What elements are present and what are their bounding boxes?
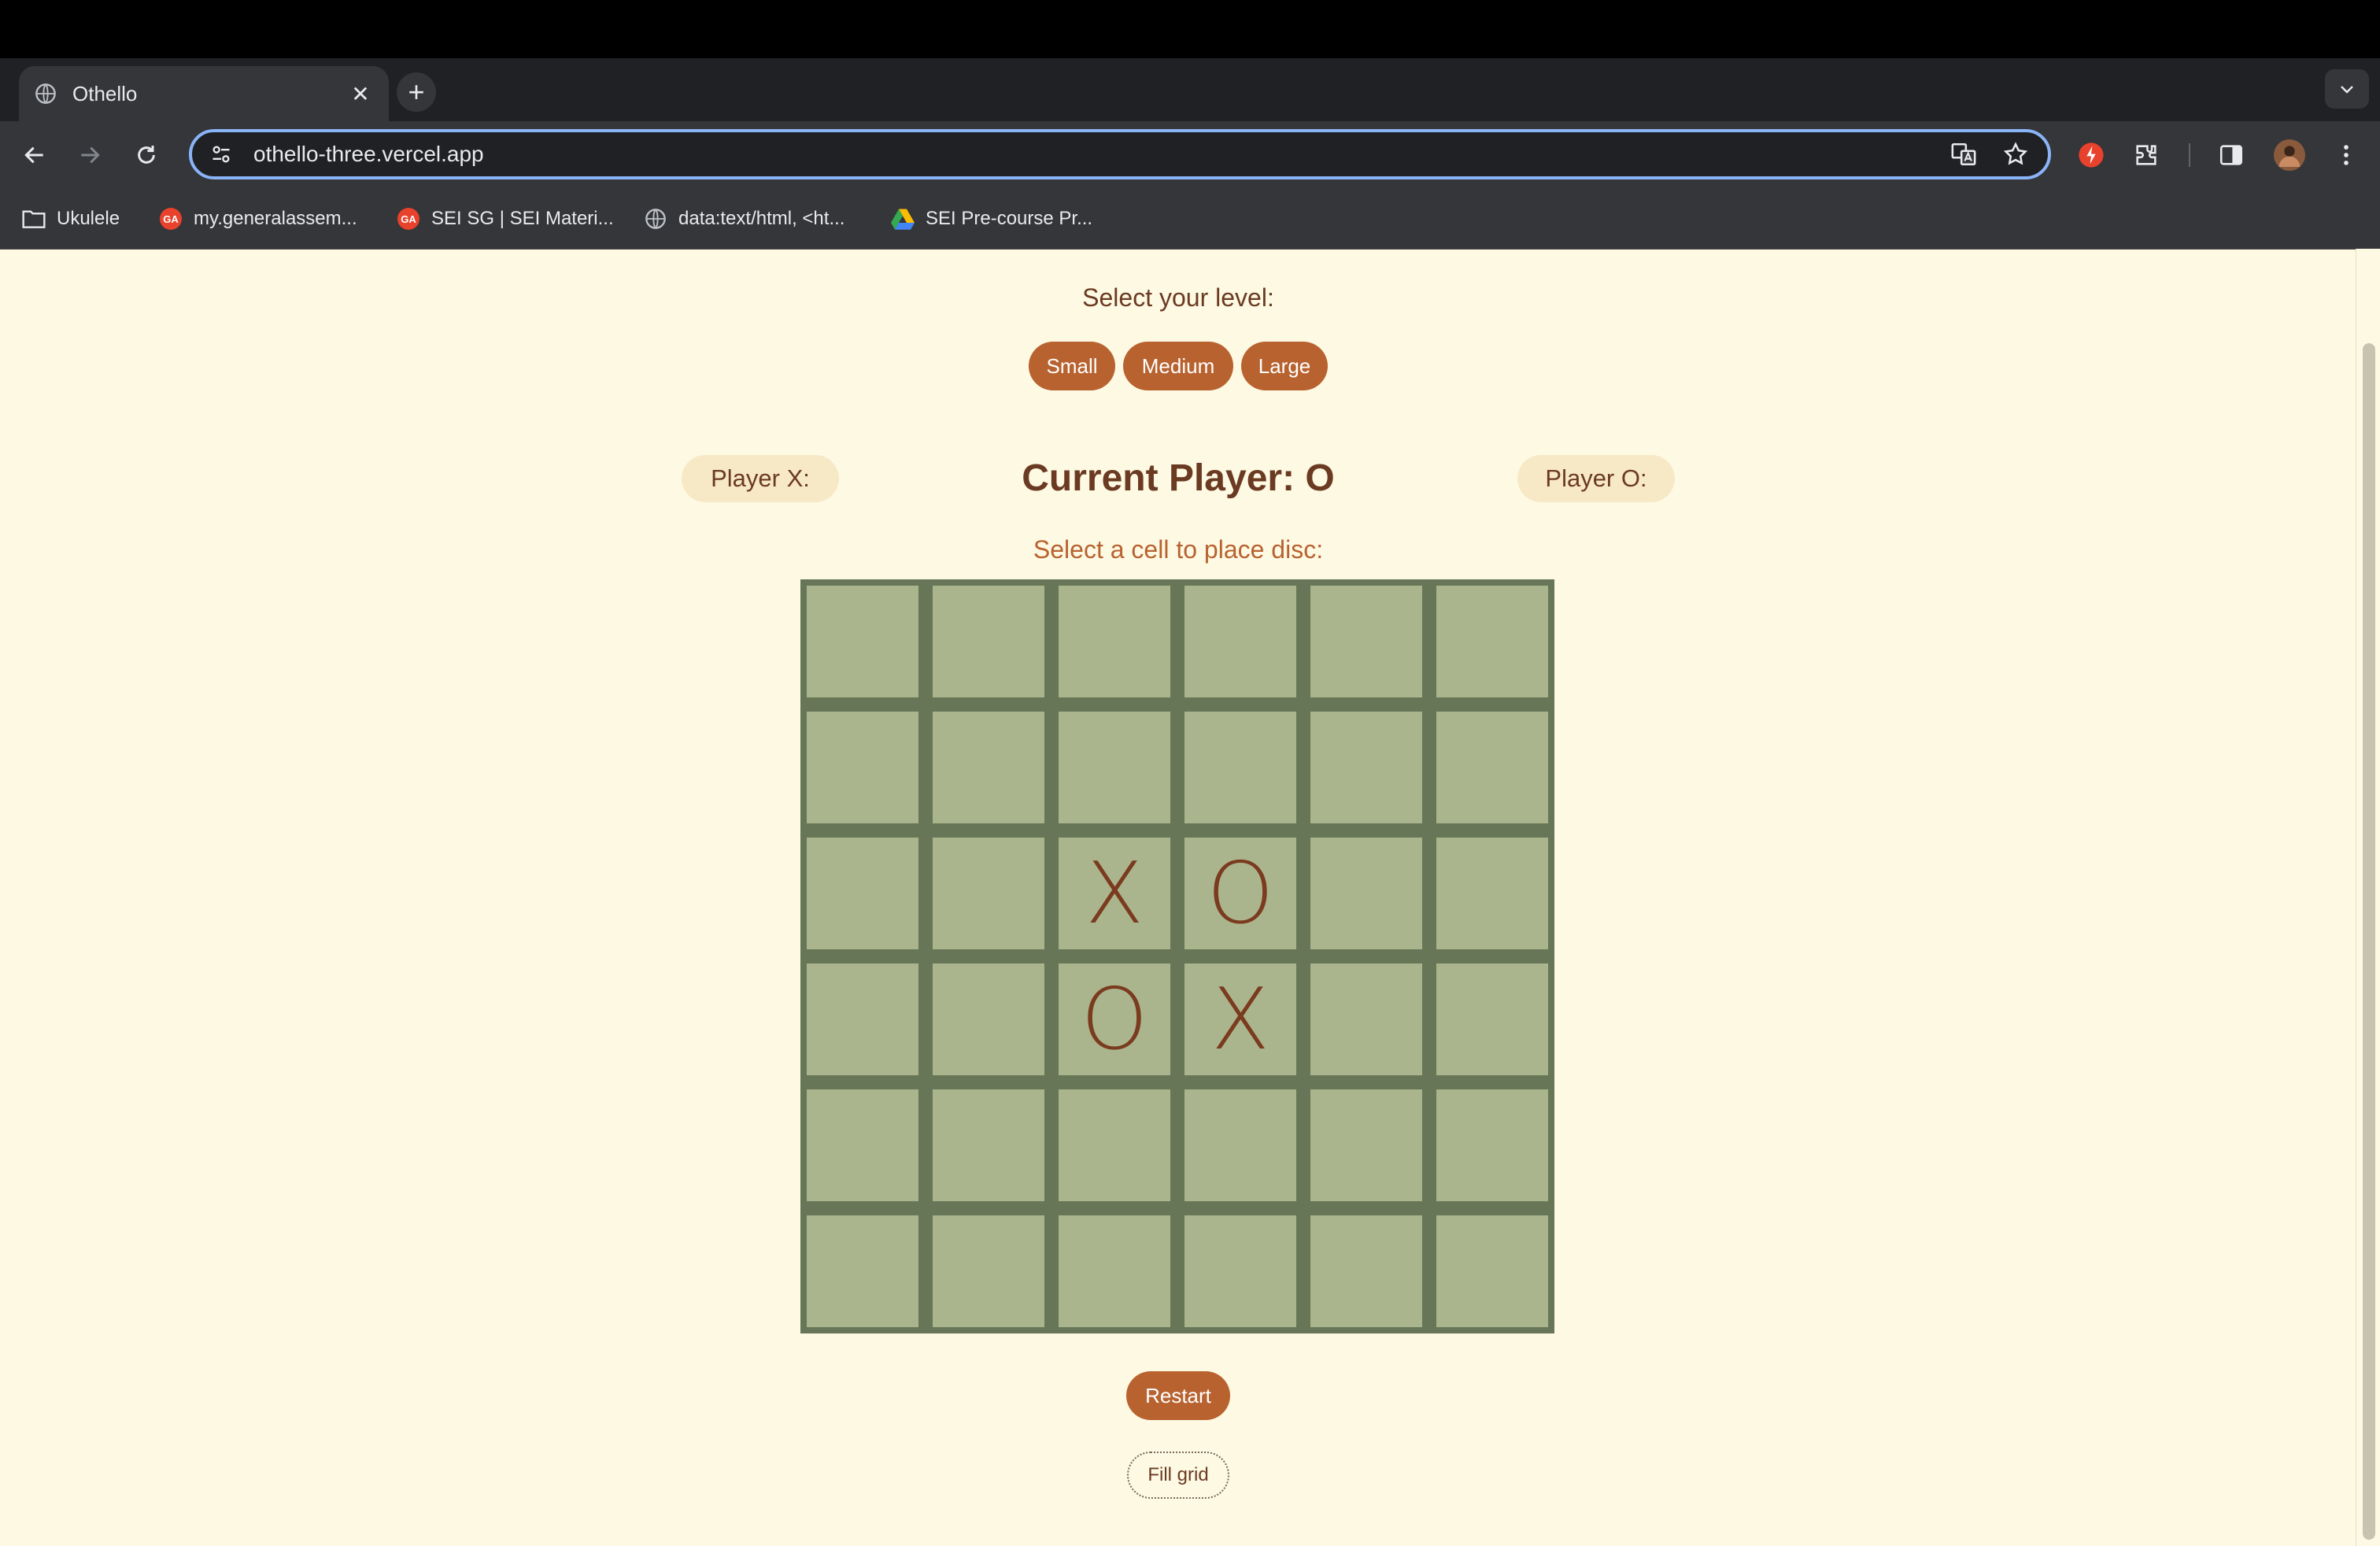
- board-cell[interactable]: [1059, 1215, 1170, 1327]
- current-player: Current Player: O: [1022, 457, 1335, 499]
- select-cell-message: Select a cell to place disc:: [1033, 535, 1324, 564]
- board-cell[interactable]: [807, 586, 918, 697]
- board-cell[interactable]: X: [1184, 963, 1296, 1075]
- board-cell[interactable]: [807, 1089, 918, 1201]
- extensions-puzzle-icon[interactable]: [2125, 134, 2168, 176]
- tab-othello[interactable]: Othello ✕: [19, 66, 389, 121]
- translate-icon[interactable]: [1944, 135, 1983, 174]
- fill-grid-button[interactable]: Fill grid: [1127, 1452, 1229, 1499]
- globe-icon: [642, 205, 669, 232]
- ga-icon: GA: [395, 205, 422, 232]
- bookmark-data-html[interactable]: data:text/html, <ht...: [642, 203, 844, 235]
- bookmark-label: data:text/html, <ht...: [678, 208, 845, 229]
- board-cell[interactable]: [1310, 963, 1422, 1075]
- board-cell[interactable]: [933, 838, 1044, 949]
- address-bar[interactable]: othello-three.vercel.app: [189, 129, 2051, 179]
- board-cell[interactable]: [1184, 1215, 1296, 1327]
- bookmark-label: SEI Pre-course Pr...: [926, 208, 1093, 229]
- bookmark-label: SEI SG | SEI Materi...: [431, 208, 614, 229]
- board-cell[interactable]: [1436, 1089, 1548, 1201]
- bookmark-sei-precourse[interactable]: SEI Pre-course Pr...: [889, 203, 1092, 235]
- back-arrow-icon[interactable]: [11, 131, 58, 179]
- player-o-score: Player O:: [1517, 455, 1675, 502]
- google-drive-icon: [889, 205, 916, 232]
- new-tab-button[interactable]: +: [397, 72, 436, 112]
- page-content: Select your level: Small Medium Large Pl…: [0, 249, 2356, 1546]
- folder-icon: [20, 205, 47, 232]
- board-cell[interactable]: [933, 1089, 1044, 1201]
- board-cell[interactable]: [1436, 838, 1548, 949]
- scrollbar-thumb[interactable]: [2363, 343, 2375, 1540]
- globe-icon: [33, 81, 58, 106]
- url-text[interactable]: othello-three.vercel.app: [253, 142, 1944, 167]
- board-cell[interactable]: [1059, 586, 1170, 697]
- board-cell[interactable]: [1059, 1089, 1170, 1201]
- bookmark-star-icon[interactable]: [1996, 135, 2035, 174]
- game-board: XOOX: [800, 579, 1554, 1333]
- board-cell[interactable]: [1310, 712, 1422, 823]
- board-cell[interactable]: [1436, 712, 1548, 823]
- bookmark-ukulele[interactable]: Ukulele: [20, 203, 120, 235]
- board-cell[interactable]: [933, 586, 1044, 697]
- board-cell[interactable]: [807, 712, 918, 823]
- bookmarks-bar: Ukulele GA my.generalassem... GA SEI SG …: [0, 189, 2380, 250]
- board-cell[interactable]: [1436, 963, 1548, 1075]
- avatar[interactable]: [2268, 134, 2311, 176]
- board-cell[interactable]: X: [1059, 838, 1170, 949]
- reload-icon[interactable]: [123, 131, 170, 179]
- more-menu-icon[interactable]: [2325, 134, 2367, 176]
- ga-icon: GA: [157, 205, 184, 232]
- toolbar-divider: [2189, 143, 2190, 167]
- tab-strip: Othello ✕ +: [0, 58, 2380, 121]
- tab-title: Othello: [72, 81, 138, 105]
- bookmark-sei-materials[interactable]: GA SEI SG | SEI Materi...: [395, 203, 614, 235]
- level-medium-button[interactable]: Medium: [1123, 342, 1233, 390]
- board-cell[interactable]: [1184, 586, 1296, 697]
- screen-top-bar: [0, 0, 2380, 58]
- board-cell[interactable]: [1184, 712, 1296, 823]
- bookmark-label: Ukulele: [57, 208, 120, 229]
- browser-toolbar: othello-three.vercel.app: [0, 121, 2380, 189]
- board-cell[interactable]: [807, 1215, 918, 1327]
- board-cell[interactable]: [807, 963, 918, 1075]
- site-settings-icon[interactable]: [208, 141, 235, 168]
- board-cell[interactable]: [933, 1215, 1044, 1327]
- bookmark-generalassembly[interactable]: GA my.generalassem...: [157, 203, 357, 235]
- level-large-button[interactable]: Large: [1241, 342, 1328, 390]
- level-buttons: Small Medium Large: [0, 342, 2356, 390]
- board-cell[interactable]: [1310, 1215, 1422, 1327]
- level-small-button[interactable]: Small: [1029, 342, 1115, 390]
- ga-logo-text: GA: [397, 208, 419, 230]
- restart-button[interactable]: Restart: [1126, 1371, 1230, 1420]
- board-cell[interactable]: [1059, 712, 1170, 823]
- forward-arrow-icon[interactable]: [66, 131, 113, 179]
- board-cell[interactable]: [807, 838, 918, 949]
- board-cell[interactable]: [1436, 1215, 1548, 1327]
- board-cell[interactable]: [1184, 1089, 1296, 1201]
- board-cell[interactable]: O: [1184, 838, 1296, 949]
- extension-red-icon[interactable]: [2070, 134, 2112, 176]
- board-cell[interactable]: [933, 712, 1044, 823]
- board-cell[interactable]: [1436, 586, 1548, 697]
- board-cell[interactable]: [1310, 586, 1422, 697]
- board-cell[interactable]: [1310, 1089, 1422, 1201]
- ga-logo-text: GA: [160, 208, 182, 230]
- close-icon[interactable]: ✕: [342, 75, 379, 113]
- level-label: Select your level:: [1082, 283, 1274, 312]
- board-cell[interactable]: [1310, 838, 1422, 949]
- chevron-down-icon[interactable]: [2325, 69, 2369, 109]
- bookmark-label: my.generalassem...: [194, 208, 357, 229]
- board-cell[interactable]: O: [1059, 963, 1170, 1075]
- board-cell[interactable]: [933, 963, 1044, 1075]
- side-panel-icon[interactable]: [2210, 134, 2252, 176]
